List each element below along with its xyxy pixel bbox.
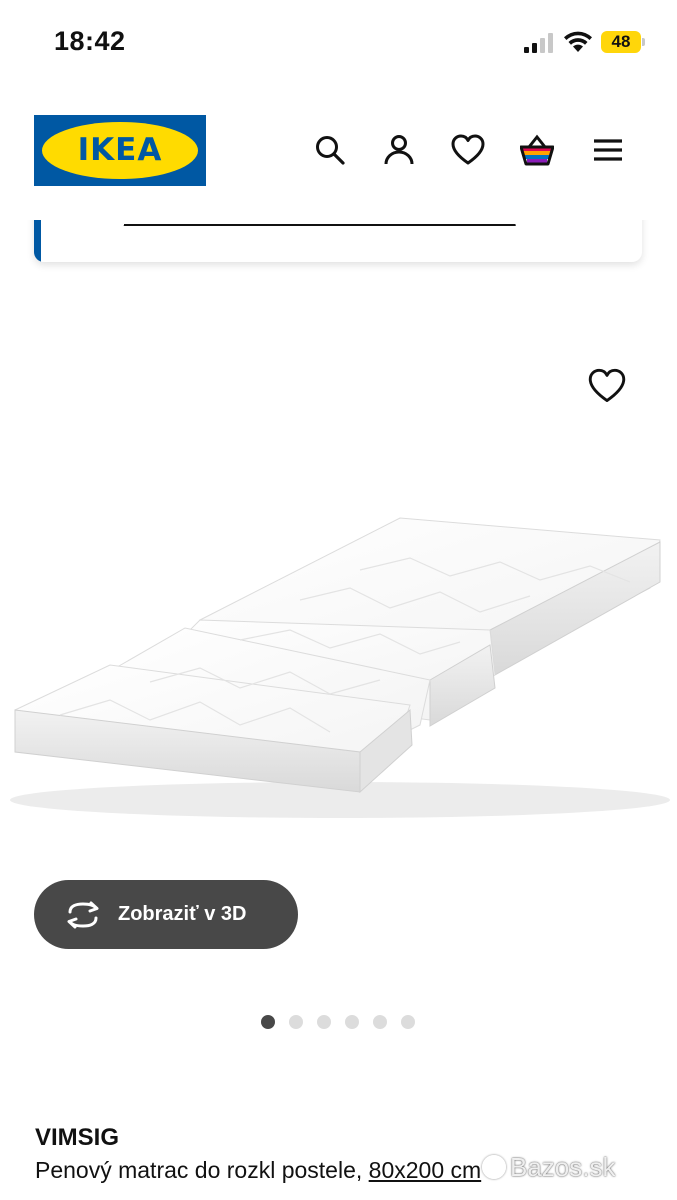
add-to-favourites-button[interactable]: [588, 367, 626, 405]
carousel-dot[interactable]: [345, 1015, 359, 1029]
product-image[interactable]: [0, 470, 677, 890]
battery-level: 48: [611, 32, 631, 51]
site-header: IKEA ®: [0, 86, 677, 220]
rotate-3d-icon: [67, 901, 99, 929]
basket-icon[interactable]: [520, 133, 554, 167]
status-bar: 18:42 48: [0, 0, 677, 86]
watermark-logo-icon: [482, 1155, 506, 1179]
product-name: VIMSIG: [35, 1124, 120, 1151]
watermark: Bazos.sk: [482, 1152, 616, 1183]
wifi-icon: [562, 30, 594, 54]
search-icon[interactable]: [313, 133, 347, 167]
cellular-signal-icon: [524, 33, 554, 53]
product-description: Penový matrac do rozkl postele, 80x200 c…: [35, 1157, 481, 1184]
battery-indicator: 48: [601, 31, 645, 53]
product-description-text: Penový matrac do rozkl postele,: [35, 1157, 363, 1183]
carousel-dot[interactable]: [373, 1015, 387, 1029]
watermark-text: Bazos.sk: [510, 1152, 616, 1182]
carousel-dot[interactable]: [289, 1015, 303, 1029]
heart-outline-icon: [588, 368, 626, 402]
product-size-link[interactable]: 80x200 cm: [369, 1157, 482, 1183]
ikea-logo[interactable]: IKEA ®: [34, 115, 206, 186]
logo-text: IKEA: [77, 132, 163, 168]
menu-icon[interactable]: [591, 133, 625, 167]
carousel-dot[interactable]: [261, 1015, 275, 1029]
carousel-dot[interactable]: [401, 1015, 415, 1029]
carousel-dot[interactable]: [317, 1015, 331, 1029]
view-in-3d-button[interactable]: Zobraziť v 3D: [34, 880, 298, 949]
heart-icon[interactable]: [451, 133, 485, 167]
view-in-3d-label: Zobraziť v 3D: [118, 903, 247, 925]
account-icon[interactable]: [382, 133, 416, 167]
status-time: 18:42: [54, 26, 126, 56]
